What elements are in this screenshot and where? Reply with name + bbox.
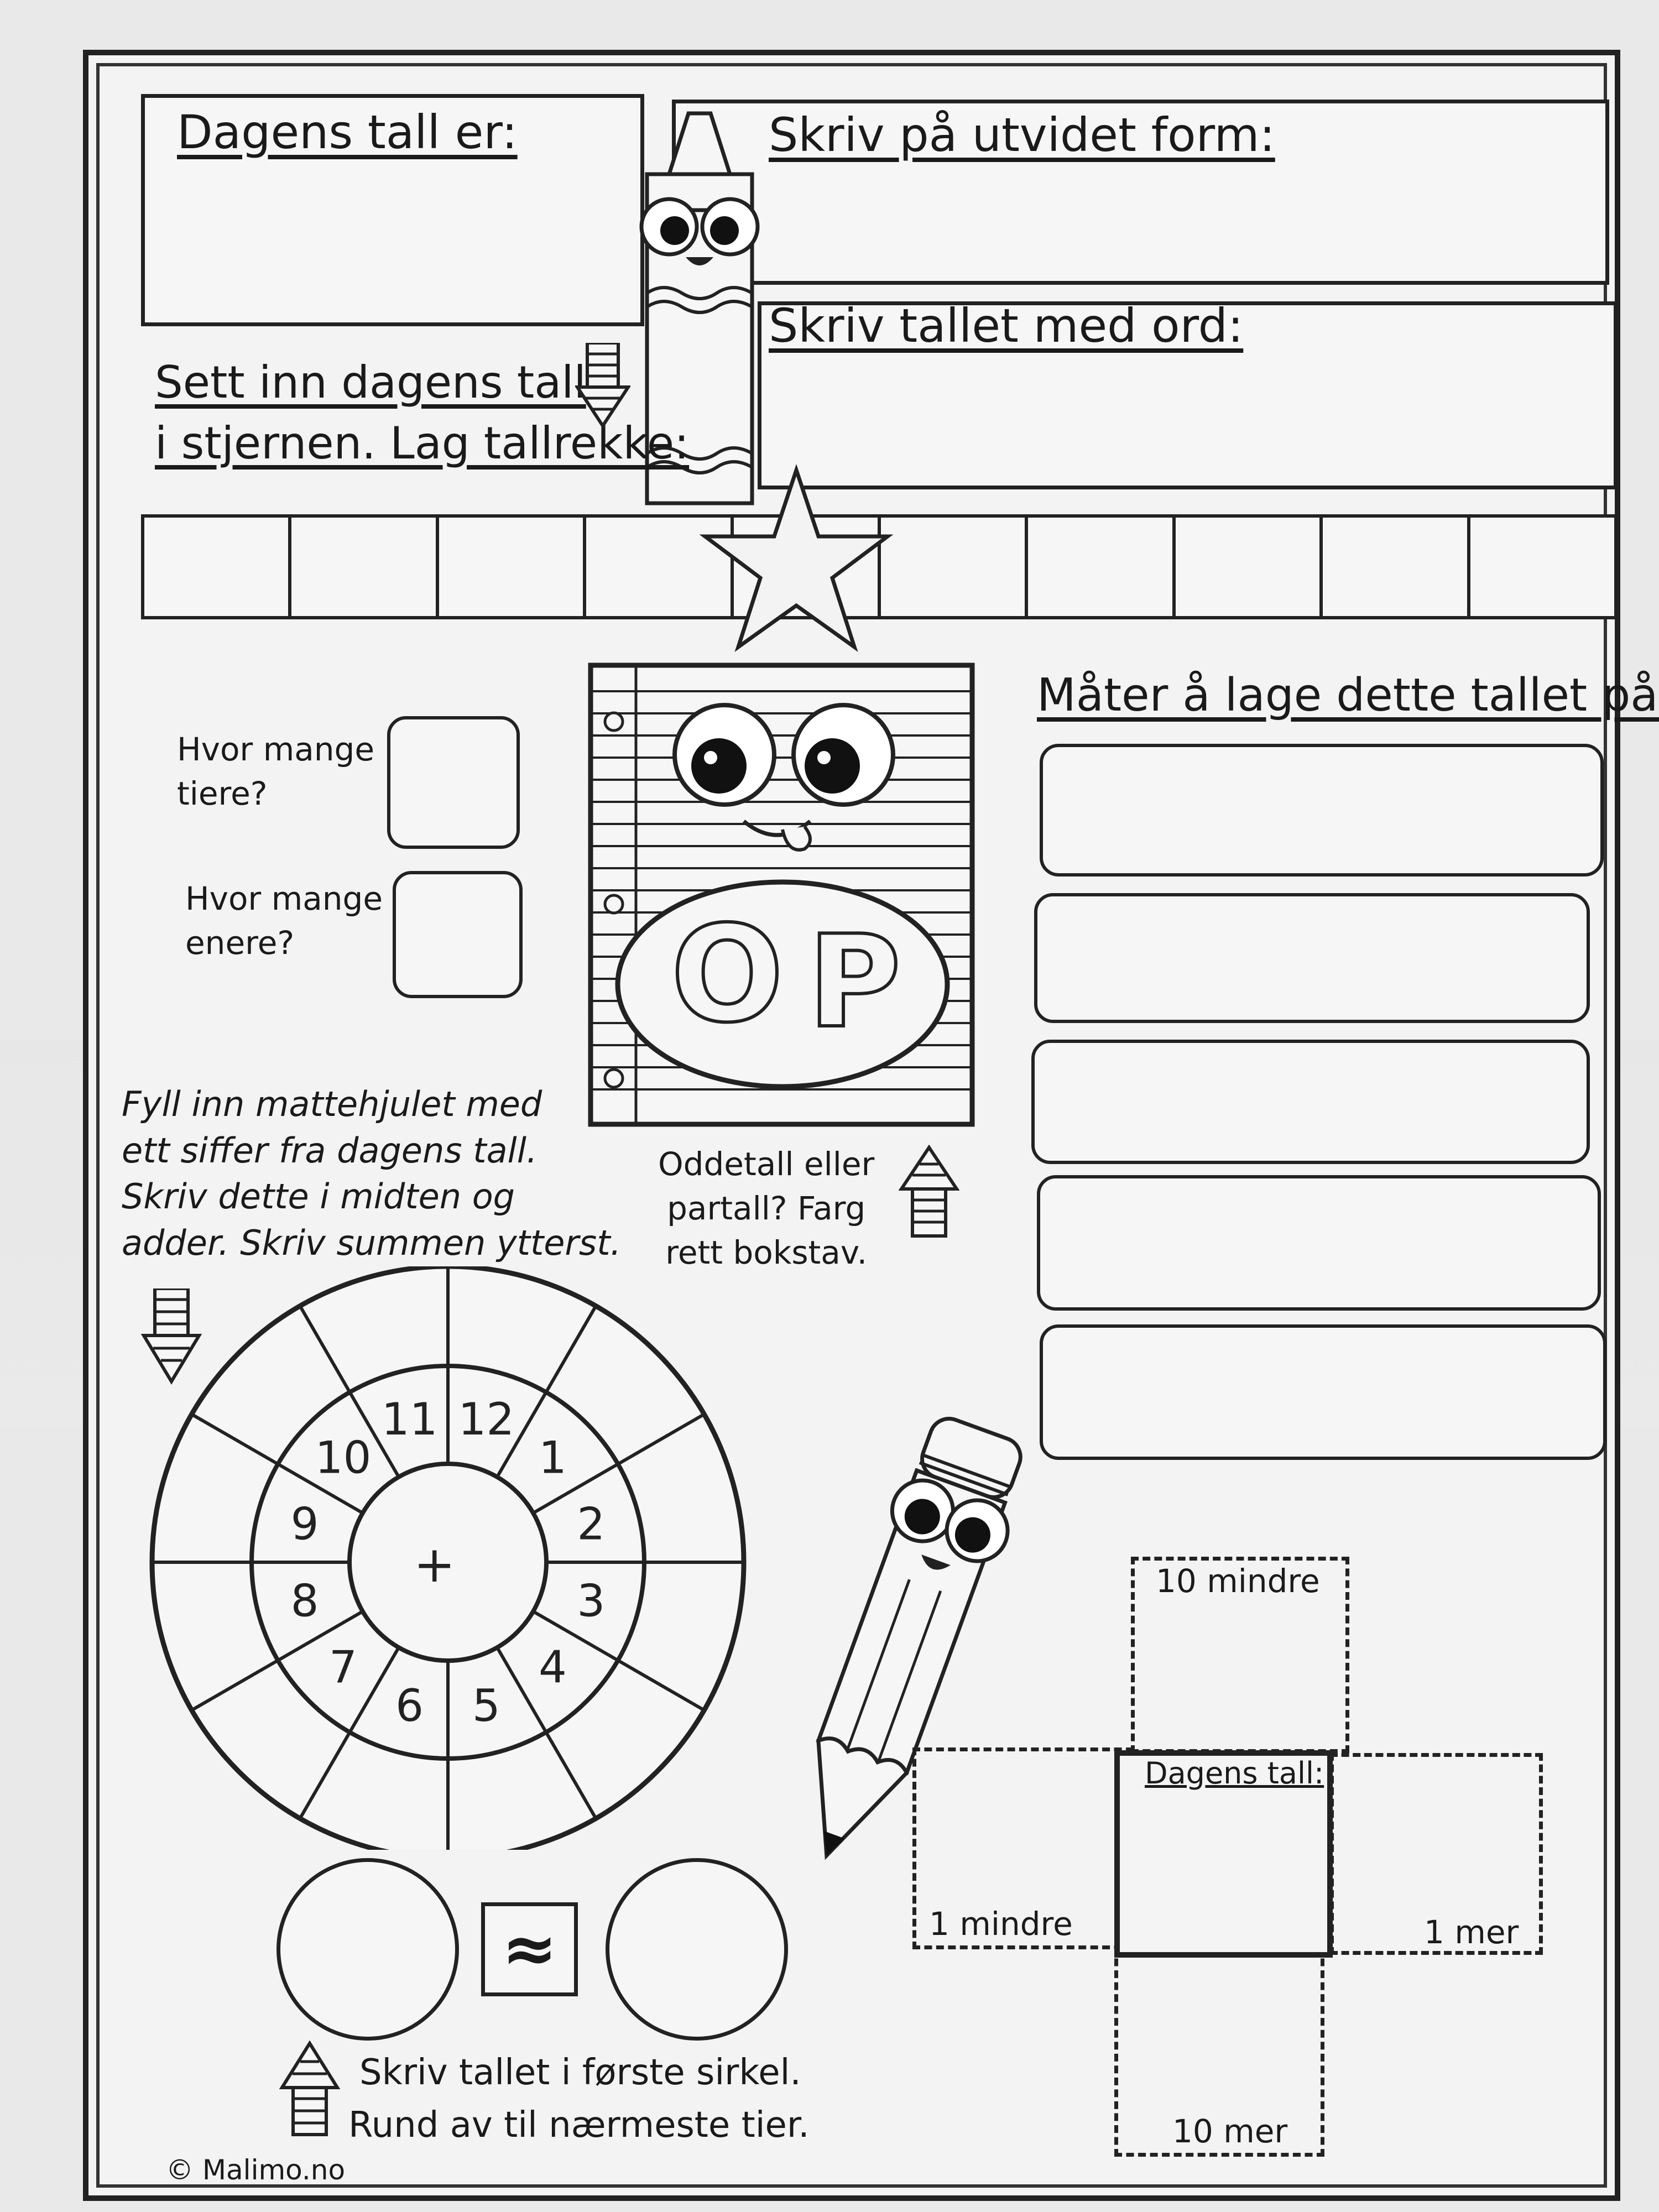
sequence-cell[interactable] bbox=[1028, 518, 1176, 616]
one-less-label: 1 mindre bbox=[929, 1905, 1073, 1943]
wheel-number: 4 bbox=[539, 1642, 567, 1693]
wheel-number: 10 bbox=[315, 1432, 372, 1483]
expanded-form-title: Skriv på utvidet form: bbox=[769, 108, 1275, 162]
arrow-up-icon bbox=[279, 2041, 340, 2136]
notebook-character-icon bbox=[588, 662, 975, 1127]
wheel-number: 9 bbox=[291, 1499, 319, 1550]
even-letter-p[interactable]: P bbox=[805, 918, 904, 1045]
ways-answer-box[interactable] bbox=[1037, 1175, 1601, 1311]
wheel-number: 12 bbox=[458, 1394, 514, 1445]
wheel-number: 11 bbox=[382, 1394, 438, 1445]
wheel-number: 2 bbox=[577, 1499, 605, 1550]
words-title: Skriv tallet med ord: bbox=[769, 299, 1244, 353]
arrow-up-icon bbox=[899, 1145, 959, 1238]
ones-question: Hvor mange enere? bbox=[185, 880, 383, 962]
one-more-label: 1 mer bbox=[1424, 1913, 1519, 1951]
credit-text: © Malimo.no bbox=[166, 2154, 346, 2186]
number-circle[interactable] bbox=[276, 1858, 459, 2041]
odd-letter-o[interactable]: O bbox=[672, 912, 782, 1040]
wheel-number: 6 bbox=[395, 1680, 424, 1731]
wheel-center-symbol: + bbox=[414, 1536, 455, 1594]
rounding-line2: Rund av til nærmeste tier. bbox=[348, 2105, 810, 2146]
ways-answer-box[interactable] bbox=[1034, 893, 1590, 1023]
ways-answer-box[interactable] bbox=[1040, 1324, 1606, 1460]
sequence-cell[interactable] bbox=[439, 518, 587, 616]
star-instruction-line1: Sett inn dagens tall bbox=[155, 357, 586, 408]
ones-answer-box[interactable] bbox=[393, 871, 523, 998]
todays-number-title: Dagens tall er: bbox=[177, 105, 518, 159]
approx-symbol: ≈ bbox=[502, 1911, 557, 1987]
ten-less-label: 10 mindre bbox=[1156, 1562, 1320, 1600]
approx-box: ≈ bbox=[481, 1902, 578, 1996]
arrow-down-icon bbox=[575, 343, 630, 429]
sequence-cell[interactable] bbox=[881, 518, 1029, 616]
even-letter: P bbox=[808, 918, 901, 1045]
sequence-cell[interactable] bbox=[1470, 518, 1614, 616]
wheel-number: 3 bbox=[577, 1575, 605, 1626]
rounded-circle[interactable] bbox=[606, 1858, 788, 2041]
wheel-number: 7 bbox=[329, 1642, 357, 1693]
odd-letter: O bbox=[672, 912, 782, 1040]
star-icon[interactable] bbox=[700, 465, 893, 653]
wheel-number: 1 bbox=[539, 1432, 567, 1483]
ways-title: Måter å lage dette tallet på: bbox=[1037, 669, 1659, 722]
wheel-instruction: Fyll inn mattehjulet med ett siffer fra … bbox=[122, 1084, 622, 1264]
ways-answer-box[interactable] bbox=[1031, 1040, 1590, 1164]
todays-number-center-label: Dagens tall: bbox=[1145, 1756, 1324, 1791]
sequence-cell[interactable] bbox=[144, 518, 292, 616]
sequence-cell[interactable] bbox=[1323, 518, 1470, 616]
wheel-number: 5 bbox=[472, 1680, 500, 1731]
tens-question: Hvor mange tiere? bbox=[177, 731, 375, 813]
wheel-number: 8 bbox=[291, 1575, 319, 1626]
ways-answer-box[interactable] bbox=[1040, 744, 1604, 877]
sequence-cell[interactable] bbox=[291, 518, 439, 616]
tens-answer-box[interactable] bbox=[387, 716, 520, 849]
ten-more-label: 10 mer bbox=[1172, 2112, 1288, 2150]
odd-even-instruction: Oddetall eller partall? Farg rett boksta… bbox=[658, 1145, 875, 1272]
rounding-line1: Skriv tallet i første sirkel. bbox=[359, 2052, 801, 2093]
sequence-cell[interactable] bbox=[1176, 518, 1323, 616]
math-wheel[interactable]: 12 12 345678 9 1011 + bbox=[144, 1266, 752, 1850]
